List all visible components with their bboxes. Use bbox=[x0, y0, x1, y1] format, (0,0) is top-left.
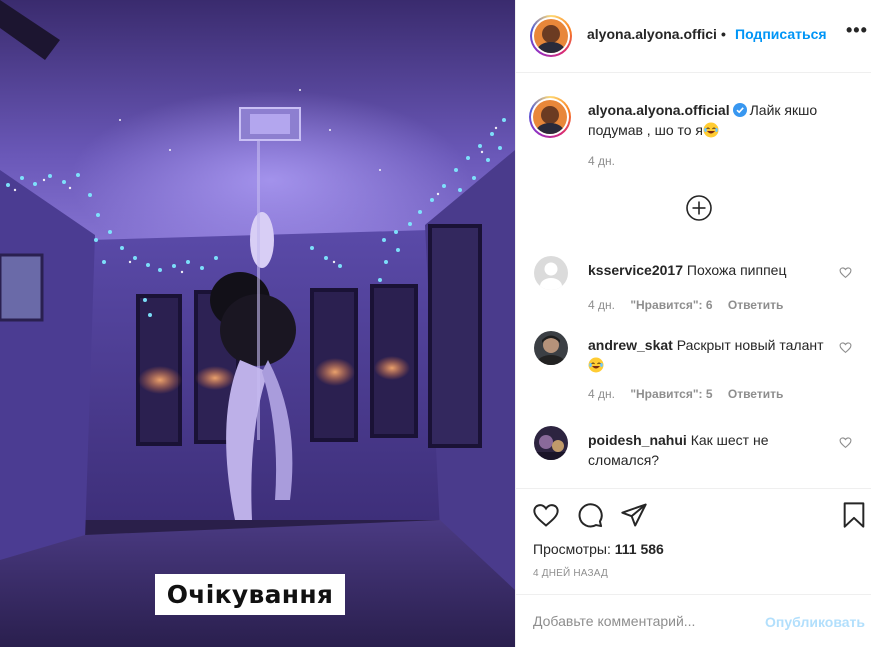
avatar-image bbox=[534, 19, 568, 53]
add-comment-bar: Опубликовать bbox=[516, 594, 871, 647]
comment-time[interactable]: 4 дн. bbox=[588, 387, 615, 401]
comment-meta: 4 дн. "Нравится": 6 Ответить bbox=[588, 298, 795, 312]
avatar-image bbox=[534, 331, 568, 365]
owner-avatar[interactable] bbox=[529, 96, 571, 138]
avatar[interactable] bbox=[530, 15, 572, 57]
comment-text: Раскрыт новый талант bbox=[676, 337, 824, 353]
laughing-emoji-icon bbox=[588, 357, 604, 373]
post-video[interactable]: Очікування bbox=[0, 0, 515, 647]
comment-text: Похожа пиппец bbox=[686, 262, 787, 278]
post-date[interactable]: 4 дней назад bbox=[533, 568, 608, 579]
separator-dot: • bbox=[721, 26, 726, 42]
post-caption: alyona.alyona.official Лайк якшо подумав … bbox=[588, 100, 858, 140]
comment-username[interactable]: andrew_skat bbox=[588, 337, 673, 353]
comment-icon[interactable] bbox=[576, 501, 604, 529]
publish-button[interactable]: Опубликовать bbox=[765, 614, 865, 630]
avatar[interactable] bbox=[534, 331, 568, 365]
reply-button[interactable]: Ответить bbox=[728, 298, 783, 312]
views-count: Просмотры: 111 586 bbox=[533, 541, 664, 557]
comment-likes[interactable]: "Нравится": 5 bbox=[630, 387, 712, 401]
caption-time[interactable]: 4 дн. bbox=[588, 154, 615, 168]
share-icon[interactable] bbox=[620, 501, 648, 529]
comment-input[interactable] bbox=[533, 611, 753, 631]
follow-button[interactable]: Подписаться bbox=[735, 26, 827, 42]
header-username[interactable]: alyona.alyona.offici bbox=[587, 26, 717, 42]
comments-list[interactable]: alyona.alyona.official Лайк якшо подумав … bbox=[516, 74, 871, 488]
default-avatar-icon bbox=[534, 256, 568, 290]
comment-username[interactable]: ksservice2017 bbox=[588, 262, 683, 278]
views-number: 111 586 bbox=[614, 541, 664, 557]
owner-avatar-image bbox=[533, 100, 567, 134]
heart-icon[interactable] bbox=[839, 436, 852, 449]
reply-button[interactable]: Ответить bbox=[728, 387, 783, 401]
heart-icon[interactable] bbox=[839, 266, 852, 279]
bookmark-icon[interactable] bbox=[840, 501, 868, 529]
comment-likes[interactable]: "Нравится": 6 bbox=[630, 298, 712, 312]
comment-meta: 4 дн. "Нравится": 5 Ответить bbox=[588, 387, 795, 401]
avatar-image bbox=[534, 426, 568, 460]
laughing-emoji-icon bbox=[703, 122, 719, 138]
avatar[interactable] bbox=[534, 256, 568, 290]
post-actions: Просмотры: 111 586 4 дней назад bbox=[516, 488, 871, 594]
comment-body: andrew_skat Раскрыт новый талант bbox=[588, 335, 826, 375]
comment-body: poidesh_nahui Как шест не сломался? bbox=[588, 430, 826, 470]
verified-badge-icon bbox=[732, 103, 747, 117]
comment-body: ksservice2017 Похожа пиппец bbox=[588, 260, 826, 280]
post-header: alyona.alyona.offici • Подписаться ••• bbox=[516, 0, 871, 73]
comment-time[interactable]: 4 дн. bbox=[588, 298, 615, 312]
owner-username[interactable]: alyona.alyona.official bbox=[588, 102, 730, 118]
post-side-panel: alyona.alyona.offici • Подписаться ••• a… bbox=[515, 0, 871, 647]
plus-circle-icon[interactable] bbox=[685, 194, 713, 222]
heart-icon[interactable] bbox=[839, 341, 852, 354]
video-caption-overlay: Очікування bbox=[155, 574, 345, 615]
heart-icon[interactable] bbox=[532, 501, 560, 529]
video-frame bbox=[0, 0, 515, 647]
more-options-icon[interactable]: ••• bbox=[846, 20, 868, 41]
comment-username[interactable]: poidesh_nahui bbox=[588, 432, 687, 448]
avatar[interactable] bbox=[534, 426, 568, 460]
views-label: Просмотры: bbox=[533, 541, 611, 557]
